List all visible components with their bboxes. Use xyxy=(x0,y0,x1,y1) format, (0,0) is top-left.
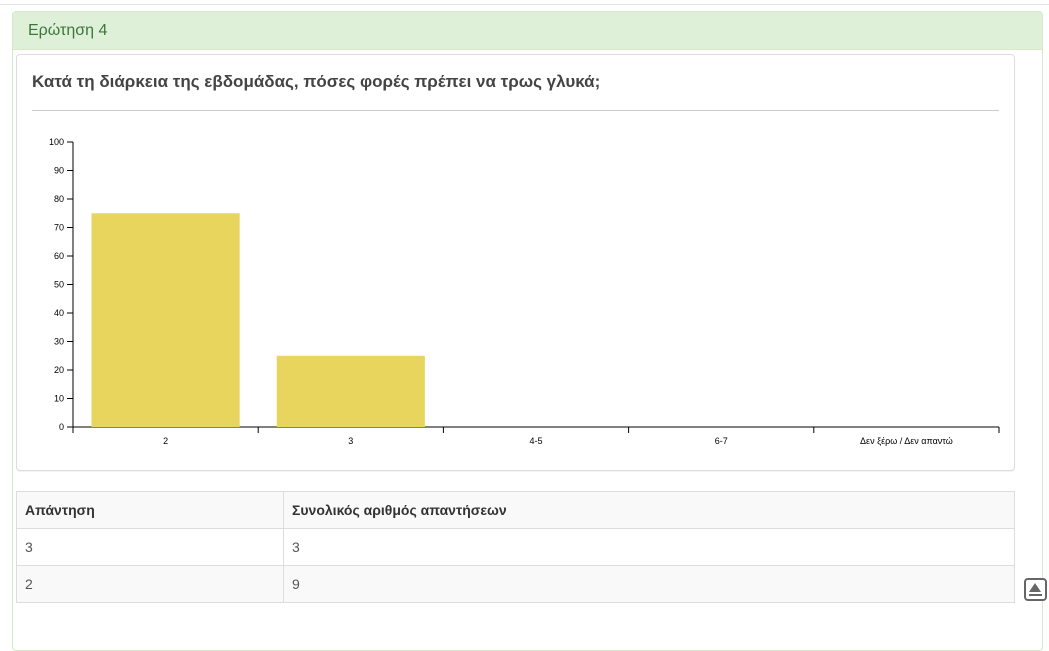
y-tick-label: 30 xyxy=(54,337,64,347)
count-cell: 3 xyxy=(283,528,1015,566)
question-heading: Ερώτηση 4 xyxy=(13,12,1042,50)
x-tick-label: 3 xyxy=(348,436,353,446)
y-tick-label: 60 xyxy=(54,251,64,261)
y-tick-label: 0 xyxy=(59,422,64,432)
x-tick-label: 6-7 xyxy=(715,436,728,446)
bar-chart: 0 10 20 30 40 50 60 70 80 90 100 2 3 4-5 6-7 Δεν ξέρω /… xyxy=(49,137,1000,446)
answer-cell: 3 xyxy=(16,528,284,566)
header-total: Συνολικός αριθμός απαντήσεων xyxy=(283,491,1015,529)
x-tick-label: 4-5 xyxy=(529,436,542,446)
bar xyxy=(276,355,425,427)
answer-cell: 2 xyxy=(16,565,284,603)
x-tick-label: Δεν ξέρω / Δεν απαντώ xyxy=(860,436,953,446)
scroll-to-top-button[interactable] xyxy=(1024,578,1047,601)
y-tick-label: 80 xyxy=(54,194,64,204)
chart-container: Κατά τη διάρκεια της εβδομάδας, πόσες φο… xyxy=(16,54,1015,471)
header-answer: Απάντηση xyxy=(16,491,284,529)
bar xyxy=(91,213,240,427)
count-cell: 9 xyxy=(283,565,1015,603)
y-tick-label: 90 xyxy=(54,166,64,176)
scroll-to-top-icon xyxy=(1029,583,1041,592)
table-header-row: Απάντηση Συνολικός αριθμός απαντήσεων xyxy=(16,491,1015,529)
y-tick-label: 100 xyxy=(49,137,64,147)
top-divider xyxy=(0,4,1049,5)
y-tick-label: 40 xyxy=(54,308,64,318)
y-tick-label: 20 xyxy=(54,365,64,375)
y-tick-label: 50 xyxy=(54,280,64,290)
x-tick-label: 2 xyxy=(163,436,168,446)
y-tick-label: 10 xyxy=(54,394,64,404)
table-row: 2 9 xyxy=(16,565,1015,603)
table-row: 3 3 xyxy=(16,528,1015,566)
answers-table: Απάντηση Συνολικός αριθμός απαντήσεων 3 … xyxy=(16,491,1015,603)
y-tick-label: 70 xyxy=(54,223,64,233)
scroll-to-top-bar xyxy=(1029,594,1042,596)
